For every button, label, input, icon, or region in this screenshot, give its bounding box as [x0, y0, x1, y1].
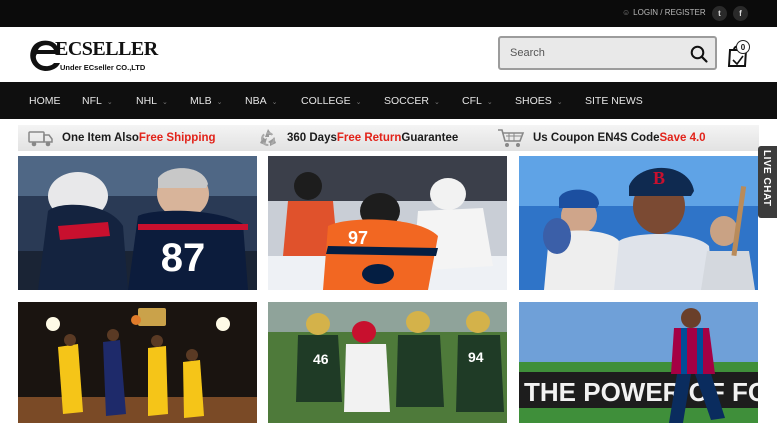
nav-item-mlb[interactable]: MLB ⌄ — [190, 95, 222, 107]
promo-strip: One Item Also Free Shipping 360 Days Fre… — [18, 125, 759, 151]
category-tile-college[interactable]: 46 94 — [268, 302, 507, 423]
truck-icon — [28, 131, 53, 147]
cart-count-badge: 0 — [736, 40, 750, 54]
svg-text:46: 46 — [313, 351, 329, 367]
login-register-link[interactable]: ☺ LOGIN / REGISTER — [622, 8, 706, 17]
chevron-down-icon: ⌄ — [106, 99, 113, 106]
nav-item-home[interactable]: HOME — [29, 95, 61, 107]
logo-wordmark: ECSELLER — [55, 38, 158, 60]
nav-item-cfl[interactable]: CFL ⌄ — [462, 95, 493, 107]
facebook-icon[interactable]: f — [733, 6, 748, 21]
chevron-down-icon: ⌄ — [162, 99, 168, 106]
chevron-down-icon: ⌄ — [216, 99, 223, 106]
live-chat-label: LIVE CHAT — [761, 150, 772, 207]
nav-item-site-news[interactable]: SITE NEWS — [585, 95, 643, 107]
svg-text:94: 94 — [468, 349, 484, 365]
promo-free-shipping: One Item Also Free Shipping — [28, 125, 216, 151]
search-input[interactable] — [510, 44, 680, 62]
nba-players-image — [18, 302, 257, 423]
chevron-down-icon: ⌄ — [556, 99, 563, 106]
jersey-number: 97 — [348, 228, 368, 248]
category-tile-soccer[interactable]: THE POWER OF FO — [519, 302, 758, 423]
jersey-number: 87 — [161, 236, 206, 280]
svg-text:B: B — [653, 168, 665, 188]
chevron-down-icon: ⌄ — [486, 99, 493, 106]
nav-item-nfl[interactable]: NFL ⌄ — [82, 95, 113, 107]
category-tile-nba[interactable] — [18, 302, 257, 423]
nav-item-nba[interactable]: NBA ⌄ — [245, 95, 277, 107]
recycle-icon — [260, 129, 276, 146]
category-tile-nfl[interactable]: 87 — [18, 156, 257, 290]
user-icon: ☺ — [622, 8, 631, 17]
category-tile-mlb[interactable]: B — [519, 156, 758, 290]
search-button[interactable] — [689, 44, 709, 64]
nav-item-college[interactable]: COLLEGE ⌄ — [301, 95, 361, 107]
site-logo[interactable]: ECSELLER Under ECseller CO.,LTD — [27, 36, 167, 76]
main-nav: HOME NFL ⌄ NHL ⌄ MLB ⌄ NBA ⌄ COLLEGE ⌄ SOCCER… — [0, 82, 777, 119]
login-register-label: LOGIN / REGISTER — [633, 8, 706, 17]
promo-coupon: Us Coupon EN4S Code Save 4.0 — [497, 125, 706, 151]
nav-item-nhl[interactable]: NHL ⌄ — [136, 95, 168, 107]
twitter-icon[interactable]: t — [712, 6, 727, 21]
chevron-down-icon: ⌄ — [355, 99, 362, 106]
site-header: ECSELLER Under ECseller CO.,LTD 0 — [0, 27, 777, 82]
shopping-cart-icon — [498, 129, 525, 147]
search-box — [498, 36, 717, 70]
top-bar: ☺ LOGIN / REGISTER t f — [0, 0, 777, 27]
college-players-image: 46 94 — [268, 302, 507, 423]
chevron-down-icon: ⌄ — [433, 99, 440, 106]
chevron-down-icon: ⌄ — [271, 99, 278, 106]
promo-free-return: 360 Days Free Return Guarantee — [257, 125, 458, 151]
stadium-banner-text: THE POWER OF FO — [524, 377, 758, 407]
category-tile-nhl[interactable]: 97 — [268, 156, 507, 290]
nhl-players-image: 97 — [268, 156, 507, 290]
soccer-player-image: THE POWER OF FO — [519, 302, 758, 423]
nav-item-soccer[interactable]: SOCCER ⌄ — [384, 95, 440, 107]
live-chat-tab[interactable]: LIVE CHAT — [758, 146, 777, 218]
logo-tagline: Under ECseller CO.,LTD — [60, 63, 146, 72]
search-icon — [690, 45, 708, 63]
nfl-players-image: 87 — [18, 156, 257, 290]
nav-item-shoes[interactable]: SHOES ⌄ — [515, 95, 563, 107]
mlb-players-image: B — [519, 156, 758, 290]
